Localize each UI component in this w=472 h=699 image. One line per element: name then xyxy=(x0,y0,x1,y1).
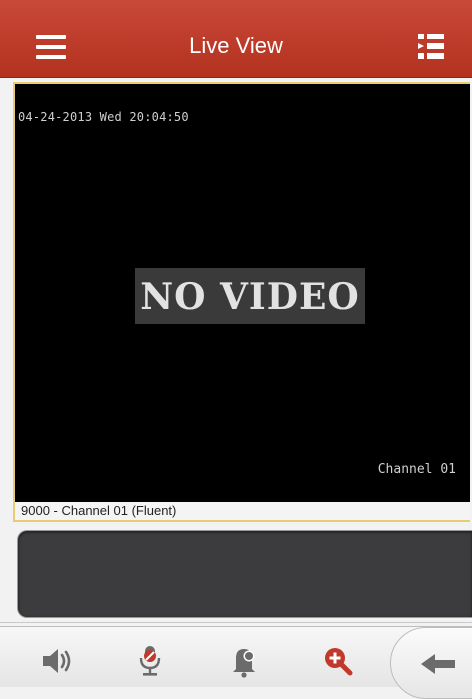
empty-video-window[interactable] xyxy=(17,530,472,618)
back-arrow-icon xyxy=(421,654,455,674)
menu-icon[interactable] xyxy=(36,35,66,59)
no-video-label: NO VIDEO xyxy=(135,268,365,324)
divider xyxy=(0,622,472,623)
alarm-bell-icon[interactable] xyxy=(226,643,262,679)
channel-caption: 9000 - Channel 01 (Fluent) xyxy=(15,502,470,520)
title-bar: Live View xyxy=(0,0,472,78)
back-button[interactable] xyxy=(390,627,472,699)
bottom-toolbar xyxy=(0,626,472,699)
osd-channel-label: Channel 01 xyxy=(377,462,456,477)
microphone-off-icon[interactable] xyxy=(132,643,168,679)
video-window[interactable]: 04-24-2013 Wed 20:04:50 NO VIDEO Channel… xyxy=(13,82,470,522)
speaker-icon[interactable] xyxy=(40,643,76,679)
page-title: Live View xyxy=(189,33,283,58)
osd-datetime: 04-24-2013 Wed 20:04:50 xyxy=(18,110,189,124)
device-list-icon[interactable] xyxy=(418,34,444,60)
zoom-in-icon[interactable] xyxy=(320,643,356,679)
